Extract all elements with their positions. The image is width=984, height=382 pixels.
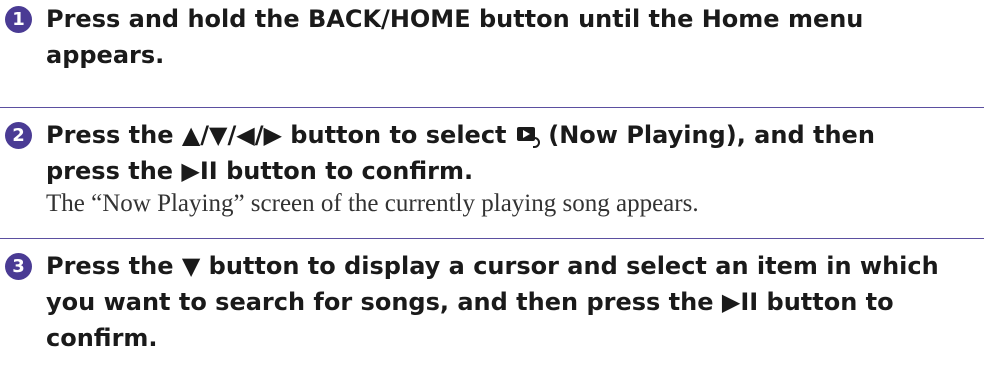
- divider: [0, 238, 984, 239]
- step-number-badge: 3: [5, 253, 32, 280]
- divider: [0, 107, 984, 108]
- step-number-badge: 1: [5, 6, 32, 33]
- step-2-instruction-part-1: Press the ▲/▼/◀/▶ button to select: [46, 121, 515, 149]
- step-2-result-text: The “Now Playing” screen of the currentl…: [46, 190, 699, 217]
- now-playing-icon: [516, 127, 540, 148]
- step-1-instruction: Press and hold the BACK/HOME button unti…: [46, 5, 864, 69]
- step-3-instruction: Press the ▼ button to display a cursor a…: [46, 252, 939, 352]
- step-number-badge: 2: [5, 122, 32, 149]
- step-2-instruction: Press the ▲/▼/◀/▶ button to select (Now …: [46, 117, 976, 189]
